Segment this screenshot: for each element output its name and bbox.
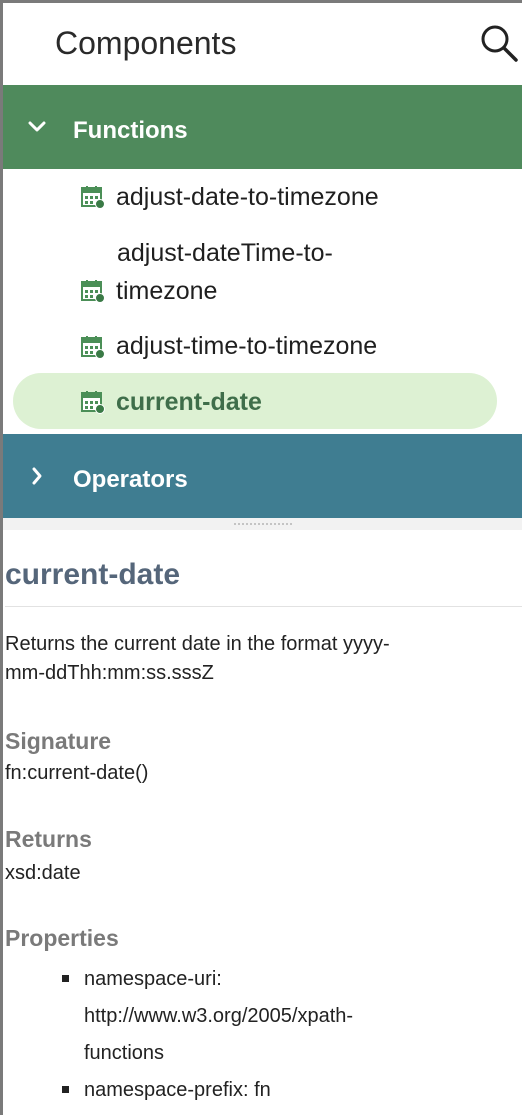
properties-heading: Properties: [5, 925, 119, 951]
bullet-icon: [62, 1086, 69, 1093]
property-line: http://www.w3.org/2005/xpath-: [84, 1005, 354, 1027]
search-button[interactable]: [477, 21, 521, 65]
property-line: namespace-uri:: [84, 968, 222, 990]
bullet-icon: [62, 975, 69, 982]
function-item-label: adjust-date-to-timezone: [116, 183, 379, 211]
properties-list: namespace-uri: http://www.w3.org/2005/xp…: [62, 961, 502, 1109]
function-item-label: current-date: [116, 388, 262, 416]
calendar-function-icon: [81, 391, 105, 414]
property-item: namespace-prefix: fn: [62, 1072, 502, 1109]
function-item-label: adjust-time-to-timezone: [116, 332, 378, 360]
detail-description: Returns the current date in the format y…: [5, 630, 510, 688]
function-item-label-line-2: timezone: [116, 277, 218, 305]
function-item-current-date[interactable]: current-date: [3, 373, 522, 429]
function-item-adjust-date-to-timezone[interactable]: adjust-date-to-timezone: [3, 178, 522, 218]
returns-value: xsd:date: [5, 862, 81, 884]
calendar-function-icon: [81, 186, 105, 209]
group-functions-label: Functions: [73, 117, 188, 144]
components-panel: Components Functions adjust-date-to-time…: [0, 0, 522, 1115]
description-line: Returns the current date in the format y…: [5, 633, 390, 655]
panel-resize-handle[interactable]: [3, 518, 522, 530]
group-operators-label: Operators: [73, 466, 188, 493]
property-item: namespace-uri: http://www.w3.org/2005/xp…: [62, 961, 502, 1072]
panel-header: Components: [3, 3, 522, 85]
detail-divider: [5, 606, 522, 607]
signature-value: fn:current-date(): [5, 762, 149, 784]
function-item-adjust-time-to-timezone[interactable]: adjust-time-to-timezone: [3, 326, 522, 366]
group-operators-header[interactable]: Operators: [3, 434, 522, 518]
chevron-right-icon: [32, 467, 42, 485]
description-line: mm-ddThh:mm:ss.sssZ: [5, 662, 214, 684]
chevron-down-icon: [28, 121, 46, 132]
detail-title: current-date: [5, 558, 181, 591]
group-functions-header[interactable]: Functions: [3, 85, 522, 169]
returns-heading: Returns: [5, 826, 92, 852]
grip-dots-icon: [233, 522, 293, 526]
panel-title: Components: [55, 25, 237, 61]
search-icon: [481, 25, 518, 62]
calendar-function-icon: [81, 280, 105, 303]
property-line: functions: [84, 1042, 165, 1064]
function-item-adjust-datetime-to-timezone[interactable]: adjust-dateTime-to- timezone: [3, 238, 522, 308]
property-line: namespace-prefix: fn: [84, 1079, 271, 1101]
function-item-label-line-1: adjust-dateTime-to-: [117, 239, 333, 267]
calendar-function-icon: [81, 336, 105, 359]
signature-heading: Signature: [5, 728, 112, 754]
